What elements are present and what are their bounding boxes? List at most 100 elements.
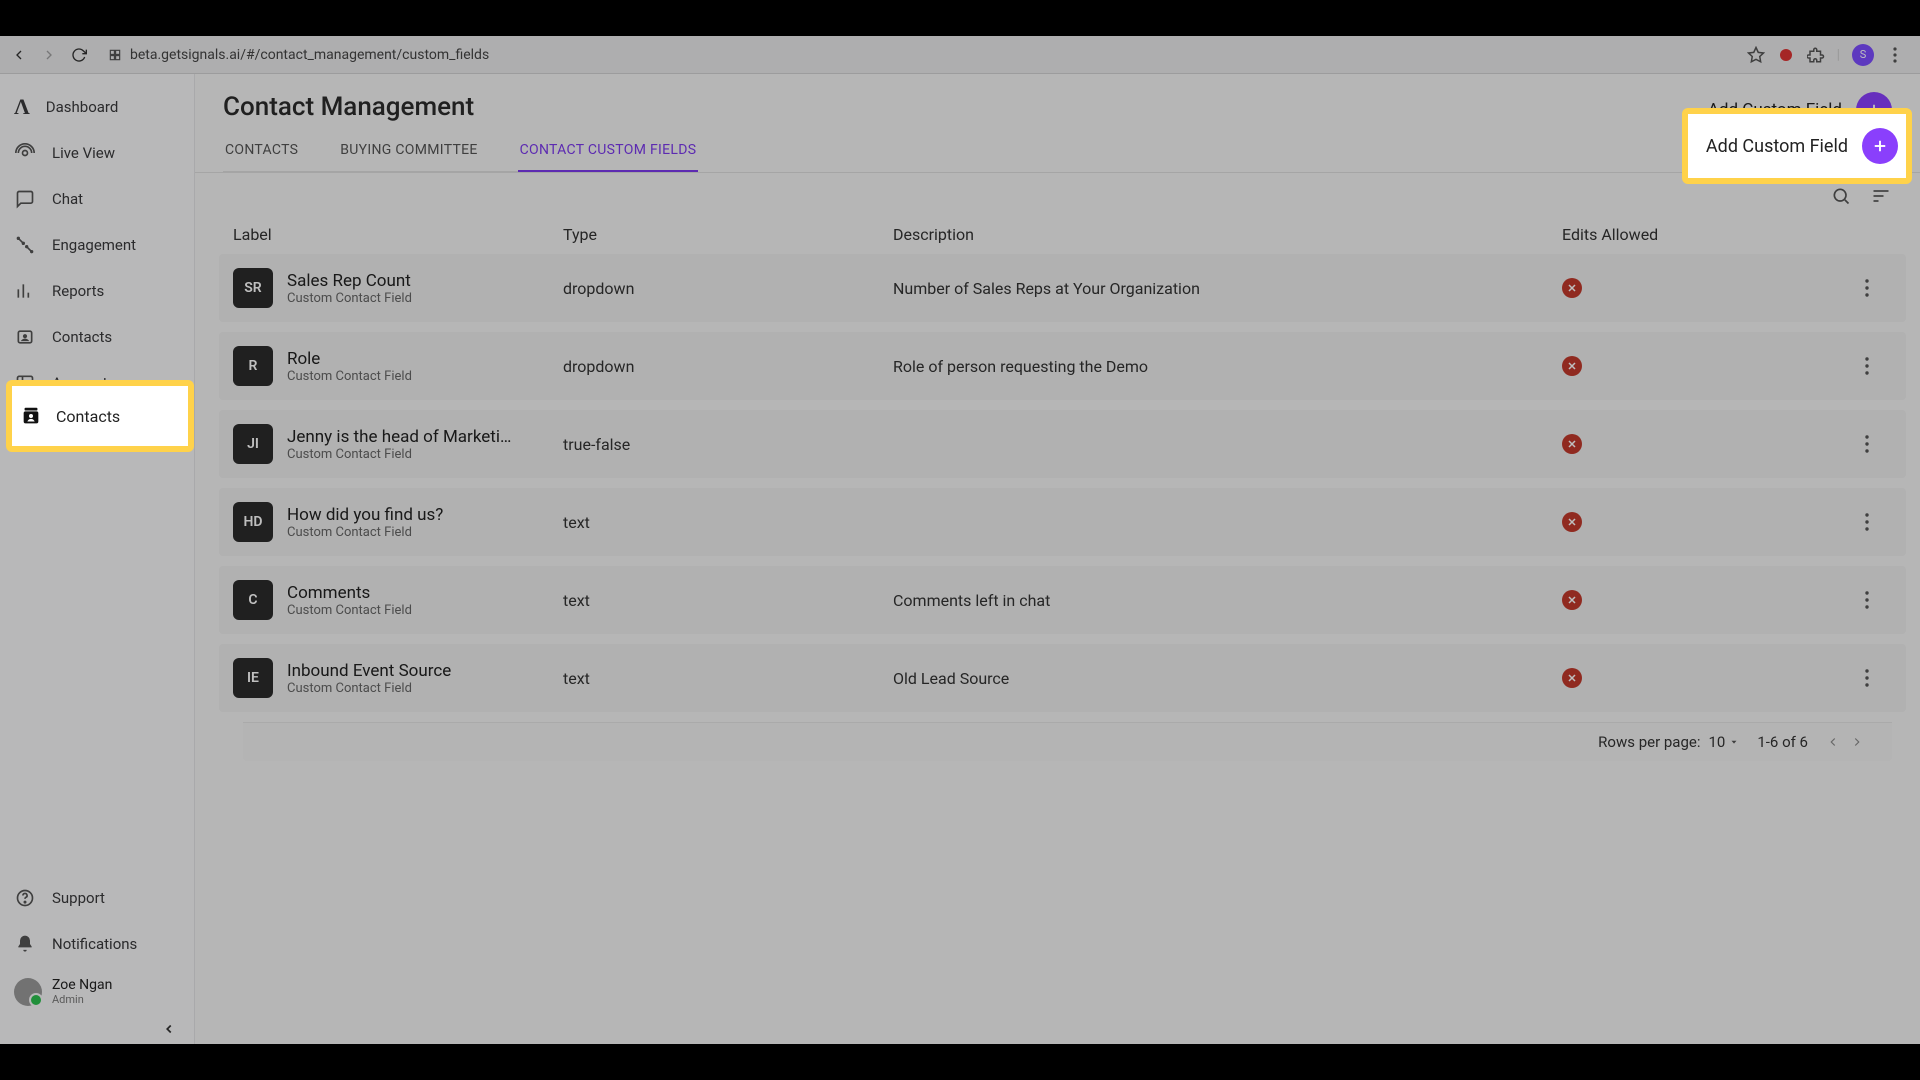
extensions-icon[interactable] (1807, 46, 1825, 64)
tab-contact-custom-fields[interactable]: CONTACT CUSTOM FIELDS (518, 136, 699, 172)
row-badge: C (233, 580, 273, 620)
sort-icon (1871, 186, 1891, 206)
row-description: Role of person requesting the Demo (893, 357, 1562, 376)
plus-icon (1871, 137, 1889, 155)
chevron-down-icon (1729, 737, 1739, 747)
highlight-contacts: Contacts (6, 380, 194, 452)
row-sublabel: Custom Contact Field (287, 291, 412, 306)
engagement-icon (14, 234, 36, 256)
user-avatar-icon (14, 978, 42, 1006)
sort-button[interactable] (1870, 185, 1892, 207)
row-type: dropdown (563, 357, 893, 376)
user-role: Admin (52, 993, 112, 1006)
sidebar-item-live-view[interactable]: Live View (0, 130, 194, 176)
sidebar-item-notifications[interactable]: Notifications (0, 921, 194, 967)
site-settings-icon (108, 48, 122, 62)
sidebar-item-contacts[interactable]: Contacts (0, 314, 194, 360)
row-description: Comments left in chat (893, 591, 1562, 610)
user-profile[interactable]: Zoe Ngan Admin (0, 967, 194, 1016)
row-menu-button[interactable] (1842, 591, 1892, 609)
highlight-add-custom-field: Add Custom Field (1682, 108, 1912, 184)
row-badge: SR (233, 268, 273, 308)
highlight-contacts-label[interactable]: Contacts (56, 407, 120, 426)
collapse-sidebar-button[interactable] (0, 1016, 194, 1044)
bell-icon (14, 933, 36, 955)
table-row[interactable]: JI Jenny is the head of Marketi… Custom … (219, 410, 1906, 478)
next-page-button[interactable] (1850, 735, 1864, 749)
table-row[interactable]: IE Inbound Event Source Custom Contact F… (219, 644, 1906, 712)
prev-page-button[interactable] (1826, 735, 1840, 749)
row-type: text (563, 513, 893, 532)
row-type: text (563, 669, 893, 688)
column-type: Type (563, 225, 893, 244)
chart-icon (14, 280, 36, 302)
page-title: Contact Management (223, 92, 698, 122)
sidebar-item-label: Chat (52, 190, 180, 208)
more-vertical-icon (1865, 435, 1869, 453)
address-bar[interactable]: beta.getsignals.ai/#/contact_management/… (98, 43, 1739, 67)
row-label: Sales Rep Count (287, 271, 412, 291)
app-logo[interactable]: Λ Dashboard (0, 84, 194, 130)
row-menu-button[interactable] (1842, 435, 1892, 453)
extension-badge-icon[interactable] (1777, 46, 1795, 64)
sidebar-item-label: Support (52, 889, 180, 907)
table-row[interactable]: SR Sales Rep Count Custom Contact Field … (219, 254, 1906, 322)
user-name: Zoe Ngan (52, 977, 112, 993)
row-menu-button[interactable] (1842, 513, 1892, 531)
sidebar-item-engagement[interactable]: Engagement (0, 222, 194, 268)
reload-button[interactable] (68, 44, 90, 66)
edits-not-allowed-icon (1562, 590, 1582, 610)
more-vertical-icon (1865, 279, 1869, 297)
row-menu-button[interactable] (1842, 357, 1892, 375)
edits-not-allowed-icon (1562, 668, 1582, 688)
radar-icon (14, 142, 36, 164)
help-icon (14, 887, 36, 909)
search-button[interactable] (1830, 185, 1852, 207)
row-menu-button[interactable] (1842, 669, 1892, 687)
tab-contacts[interactable]: CONTACTS (223, 136, 300, 171)
browser-menu-icon[interactable] (1886, 46, 1904, 64)
profile-avatar[interactable]: S (1852, 44, 1874, 66)
row-badge: R (233, 346, 273, 386)
rows-per-page-select[interactable]: 10 (1708, 733, 1739, 751)
edits-not-allowed-icon (1562, 356, 1582, 376)
row-sublabel: Custom Contact Field (287, 603, 412, 618)
row-type: text (563, 591, 893, 610)
sidebar-item-label: Reports (52, 282, 180, 300)
edits-not-allowed-icon (1562, 278, 1582, 298)
row-label: Role (287, 349, 412, 369)
row-type: dropdown (563, 279, 893, 298)
table-row[interactable]: R Role Custom Contact Field dropdown Rol… (219, 332, 1906, 400)
sidebar-item-label: Live View (52, 144, 180, 162)
table-row[interactable]: C Comments Custom Contact Field text Com… (219, 566, 1906, 634)
rows-per-page-label: Rows per page: (1598, 733, 1700, 751)
row-sublabel: Custom Contact Field (287, 681, 451, 696)
row-description: Old Lead Source (893, 669, 1562, 688)
chevron-right-icon (1850, 735, 1864, 749)
column-description: Description (893, 225, 1562, 244)
highlight-add-label: Add Custom Field (1706, 136, 1848, 157)
contacts-icon (14, 326, 36, 348)
pagination: Rows per page: 10 1-6 of 6 (243, 722, 1892, 761)
tab-buying-committee[interactable]: BUYING COMMITTEE (338, 136, 479, 171)
back-button[interactable] (8, 44, 30, 66)
page-range: 1-6 of 6 (1757, 733, 1808, 751)
row-menu-button[interactable] (1842, 279, 1892, 297)
url-text: beta.getsignals.ai/#/contact_management/… (130, 47, 489, 63)
row-sublabel: Custom Contact Field (287, 525, 443, 540)
search-icon (1831, 186, 1851, 206)
table-row[interactable]: HD How did you find us? Custom Contact F… (219, 488, 1906, 556)
browser-toolbar: beta.getsignals.ai/#/contact_management/… (0, 36, 1920, 74)
sidebar-item-support[interactable]: Support (0, 875, 194, 921)
bookmark-star-icon[interactable] (1747, 46, 1765, 64)
row-badge: IE (233, 658, 273, 698)
sidebar: Λ Dashboard Live View Chat Engagement (0, 74, 195, 1044)
logo-icon: Λ (14, 94, 30, 120)
add-custom-field-button[interactable] (1862, 128, 1898, 164)
contacts-icon (20, 405, 42, 427)
row-label: Jenny is the head of Marketi… (287, 427, 511, 447)
sidebar-item-reports[interactable]: Reports (0, 268, 194, 314)
main-content: Contact Management CONTACTS BUYING COMMI… (195, 74, 1920, 1044)
forward-button[interactable] (38, 44, 60, 66)
sidebar-item-chat[interactable]: Chat (0, 176, 194, 222)
